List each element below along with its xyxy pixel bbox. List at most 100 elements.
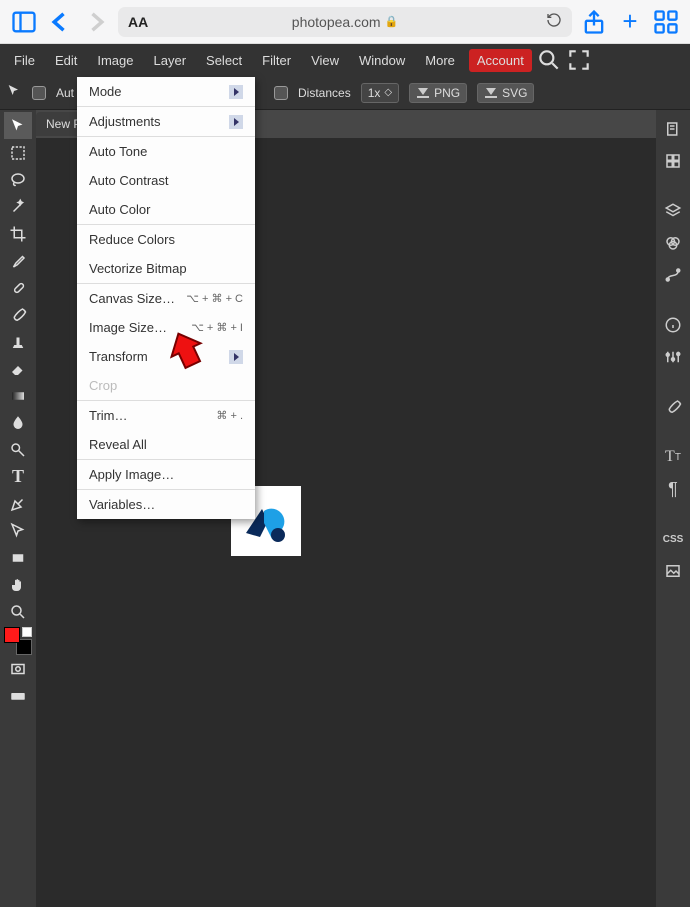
menu-item-variables[interactable]: Variables… (77, 490, 255, 519)
foreground-color[interactable] (4, 627, 20, 643)
adjustments-panel-icon[interactable] (660, 344, 686, 370)
new-tab-button[interactable]: + (616, 9, 644, 35)
menu-item-auto-contrast[interactable]: Auto Contrast (77, 166, 255, 195)
menu-image[interactable]: Image (87, 47, 143, 74)
menu-select[interactable]: Select (196, 47, 252, 74)
image-panel-icon[interactable] (660, 558, 686, 584)
export-svg-button[interactable]: SVG (477, 83, 534, 103)
zoom-value: 1x (368, 86, 381, 100)
tabs-overview-button[interactable] (652, 9, 680, 35)
menu-item-label: Auto Tone (89, 144, 147, 159)
zoom-selector[interactable]: 1x ◇ (361, 83, 399, 103)
menu-item-label: Apply Image… (89, 467, 174, 482)
menu-file[interactable]: File (4, 47, 45, 74)
move-tool[interactable] (4, 112, 32, 139)
menu-item-reduce-colors[interactable]: Reduce Colors (77, 225, 255, 254)
browser-toolbar: AA photopea.com 🔒 + (0, 0, 690, 44)
path-select-tool[interactable] (4, 517, 32, 544)
hand-tool[interactable] (4, 571, 32, 598)
menu-item-label: Reduce Colors (89, 232, 175, 247)
menu-shortcut: ⌥ + ⌘ + I (191, 321, 243, 334)
menu-item-label: Adjustments (89, 114, 161, 129)
reload-icon[interactable] (546, 12, 562, 31)
submenu-arrow-icon (229, 350, 243, 364)
search-icon[interactable] (536, 47, 562, 73)
menu-more[interactable]: More (415, 47, 465, 74)
menu-item-reveal-all[interactable]: Reveal All (77, 430, 255, 459)
crop-tool[interactable] (4, 220, 32, 247)
menu-item-trim[interactable]: Trim… ⌘ + . (77, 401, 255, 430)
sidebar-toggle-icon[interactable] (10, 9, 38, 35)
zoom-tool[interactable] (4, 598, 32, 625)
blur-tool[interactable] (4, 409, 32, 436)
address-bar[interactable]: AA photopea.com 🔒 (118, 7, 572, 37)
lock-icon: 🔒 (385, 15, 399, 28)
menu-item-canvas-size[interactable]: Canvas Size… ⌥ + ⌘ + C (77, 284, 255, 313)
distances-label: Distances (298, 86, 351, 100)
export-png-button[interactable]: PNG (409, 83, 467, 103)
color-swatches[interactable] (3, 627, 33, 655)
marquee-tool[interactable] (4, 139, 32, 166)
download-icon (484, 88, 498, 98)
paths-panel-icon[interactable] (660, 262, 686, 288)
menu-item-transform[interactable]: Transform (77, 342, 255, 371)
swatches-panel-icon[interactable] (660, 148, 686, 174)
dropdown-arrows-icon: ◇ (384, 87, 392, 98)
brush-tool[interactable] (4, 301, 32, 328)
info-panel-icon[interactable] (660, 312, 686, 338)
menu-window[interactable]: Window (349, 47, 415, 74)
menu-item-apply-image[interactable]: Apply Image… (77, 460, 255, 489)
menu-edit[interactable]: Edit (45, 47, 87, 74)
menu-item-auto-tone[interactable]: Auto Tone (77, 137, 255, 166)
swap-colors-icon[interactable] (22, 627, 32, 637)
distances-checkbox[interactable] (274, 86, 288, 100)
menu-item-mode[interactable]: Mode (77, 77, 255, 106)
export-png-label: PNG (434, 86, 460, 100)
menu-account[interactable]: Account (469, 49, 532, 72)
keyboard-icon[interactable] (4, 682, 32, 709)
menu-item-label: Transform (89, 349, 148, 364)
brush-panel-icon[interactable] (660, 394, 686, 420)
dodge-tool[interactable] (4, 436, 32, 463)
menu-item-label: Auto Color (89, 202, 150, 217)
download-icon (416, 88, 430, 98)
menu-layer[interactable]: Layer (144, 47, 197, 74)
toolbox: T (0, 110, 36, 907)
auto-select-checkbox[interactable] (32, 86, 46, 100)
channels-panel-icon[interactable] (660, 230, 686, 256)
menu-item-label: Mode (89, 84, 122, 99)
back-button[interactable] (46, 9, 74, 35)
url-text: photopea.com (292, 14, 381, 30)
menu-item-adjustments[interactable]: Adjustments (77, 107, 255, 136)
menu-item-image-size[interactable]: Image Size… ⌥ + ⌘ + I (77, 313, 255, 342)
menu-view[interactable]: View (301, 47, 349, 74)
clone-stamp-tool[interactable] (4, 328, 32, 355)
paragraph-panel-icon[interactable]: ¶ (660, 476, 686, 502)
type-tool[interactable]: T (4, 463, 32, 490)
healing-tool[interactable] (4, 274, 32, 301)
menu-item-auto-color[interactable]: Auto Color (77, 195, 255, 224)
right-panel-strip: TT ¶ CSS (656, 110, 690, 907)
text-size-button[interactable]: AA (128, 14, 148, 30)
menu-item-vectorize[interactable]: Vectorize Bitmap (77, 254, 255, 283)
menu-shortcut: ⌘ + . (216, 409, 243, 422)
eraser-tool[interactable] (4, 355, 32, 382)
magic-wand-tool[interactable] (4, 193, 32, 220)
character-panel-icon[interactable]: TT (660, 444, 686, 470)
quick-mask-icon[interactable] (4, 655, 32, 682)
menu-item-label: Vectorize Bitmap (89, 261, 187, 276)
layers-panel-icon[interactable] (660, 198, 686, 224)
gradient-tool[interactable] (4, 382, 32, 409)
fullscreen-icon[interactable] (566, 47, 592, 73)
menu-item-label: Reveal All (89, 437, 147, 452)
menu-item-label: Image Size… (89, 320, 167, 335)
history-panel-icon[interactable] (660, 116, 686, 142)
pen-tool[interactable] (4, 490, 32, 517)
eyedropper-tool[interactable] (4, 247, 32, 274)
menu-item-label: Canvas Size… (89, 291, 175, 306)
shape-tool[interactable] (4, 544, 32, 571)
menu-filter[interactable]: Filter (252, 47, 301, 74)
lasso-tool[interactable] (4, 166, 32, 193)
share-button[interactable] (580, 9, 608, 35)
css-panel-icon[interactable]: CSS (660, 526, 686, 552)
